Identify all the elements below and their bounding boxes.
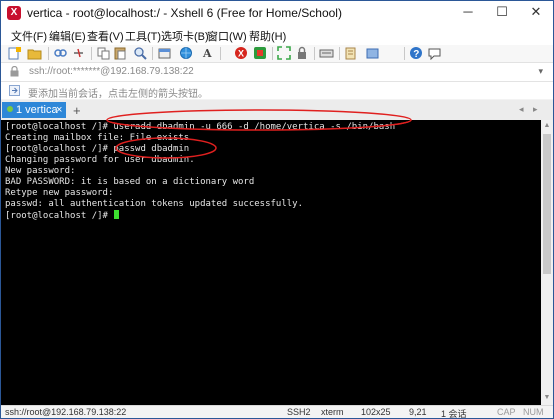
status-sessions: 1 会话 bbox=[441, 409, 467, 419]
menu-help[interactable]: 帮助(H) bbox=[249, 28, 286, 44]
status-cap: CAP bbox=[497, 407, 516, 417]
annotation-overlay bbox=[106, 120, 412, 159]
terminal-view[interactable]: [root@localhost /]# useradd dbadmin -u 6… bbox=[1, 120, 541, 405]
toolbar-separator bbox=[314, 47, 315, 60]
help-icon[interactable]: ? bbox=[409, 46, 424, 60]
status-protocol: SSH2 bbox=[287, 407, 311, 417]
keyboard-icon[interactable] bbox=[319, 46, 334, 60]
status-address: ssh://root@192.168.79.138:22 bbox=[5, 407, 127, 417]
paste-icon[interactable] bbox=[113, 46, 128, 60]
menu-tabs[interactable]: 选项卡(B) bbox=[161, 28, 209, 44]
globe-icon[interactable] bbox=[179, 46, 194, 60]
maximize-button[interactable]: ☐ bbox=[485, 1, 519, 25]
menu-edit[interactable]: 编辑(E) bbox=[49, 28, 86, 44]
svg-text:A: A bbox=[202, 47, 212, 60]
fullscreen-icon[interactable] bbox=[277, 46, 292, 60]
open-folder-icon[interactable] bbox=[27, 46, 42, 60]
xshell-icon[interactable]: X bbox=[234, 46, 249, 60]
status-size: 102x25 bbox=[361, 407, 391, 417]
disconnect-icon[interactable] bbox=[71, 46, 86, 60]
status-terminal-type: xterm bbox=[321, 407, 344, 417]
status-cursor-pos: 9,21 bbox=[409, 407, 427, 417]
menu-view[interactable]: 查看(V) bbox=[87, 28, 124, 44]
menu-window[interactable]: 窗口(W) bbox=[207, 28, 247, 44]
annotation-ellipse-useradd-top bbox=[106, 109, 412, 125]
xftp-icon[interactable] bbox=[253, 46, 268, 60]
menu-tools[interactable]: 工具(T) bbox=[125, 28, 161, 44]
title-bar: X vertica - root@localhost:/ - Xshell 6 … bbox=[1, 1, 553, 25]
status-bar: ssh://root@192.168.79.138:22 SSH2 xterm … bbox=[1, 405, 553, 419]
toolbar: A X ? bbox=[1, 45, 553, 63]
hint-bar: 要添加当前会话，点击左侧的箭头按钮。 bbox=[1, 82, 553, 100]
transfer-icon[interactable] bbox=[366, 46, 381, 60]
lock-icon bbox=[10, 66, 19, 77]
find-icon[interactable] bbox=[133, 46, 148, 60]
annotation-ellipse-passwd bbox=[115, 137, 217, 159]
scroll-thumb[interactable] bbox=[543, 134, 551, 274]
toolbar-separator bbox=[48, 47, 49, 60]
menu-file[interactable]: 文件(F) bbox=[11, 28, 47, 44]
status-num: NUM bbox=[523, 407, 544, 417]
minimize-button[interactable]: ─ bbox=[451, 1, 485, 25]
arrow-icon[interactable] bbox=[9, 85, 20, 96]
lock-icon[interactable] bbox=[295, 46, 310, 60]
close-button[interactable]: ✕ bbox=[519, 1, 553, 25]
new-session-icon[interactable] bbox=[7, 46, 22, 60]
script-icon[interactable] bbox=[344, 46, 359, 60]
annotation-overlay-top bbox=[106, 109, 412, 125]
link-icon[interactable] bbox=[53, 46, 68, 60]
xshell-window: X vertica - root@localhost:/ - Xshell 6 … bbox=[0, 0, 554, 419]
scroll-down-icon[interactable]: ▼ bbox=[541, 392, 553, 404]
toolbar-separator bbox=[220, 47, 221, 60]
menu-bar: 文件(F) 编辑(E) 查看(V) 工具(T) 选项卡(B) 窗口(W) 帮助(… bbox=[1, 25, 553, 45]
toolbar-separator bbox=[272, 47, 273, 60]
address-bar[interactable]: ssh://root:*******@192.168.79.138:22 ▾ bbox=[1, 63, 553, 82]
chat-icon[interactable] bbox=[427, 46, 442, 60]
xshell-app-icon: X bbox=[7, 6, 21, 20]
toolbar-separator bbox=[339, 47, 340, 60]
vertical-scrollbar[interactable]: ▲ ▼ bbox=[541, 120, 553, 405]
hint-text: 要添加当前会话，点击左侧的箭头按钮。 bbox=[28, 89, 208, 100]
toolbar-separator bbox=[404, 47, 405, 60]
toolbar-separator bbox=[152, 47, 153, 60]
chevron-down-icon[interactable]: ▾ bbox=[538, 66, 543, 77]
toolbar-separator bbox=[91, 47, 92, 60]
properties-icon[interactable] bbox=[157, 46, 172, 60]
font-icon[interactable]: A bbox=[201, 46, 216, 60]
window-title: vertica - root@localhost:/ - Xshell 6 (F… bbox=[27, 6, 342, 20]
address-text[interactable]: ssh://root:*******@192.168.79.138:22 bbox=[29, 66, 194, 77]
svg-text:?: ? bbox=[413, 49, 419, 60]
copy-icon[interactable] bbox=[96, 46, 111, 60]
svg-text:X: X bbox=[238, 49, 244, 59]
